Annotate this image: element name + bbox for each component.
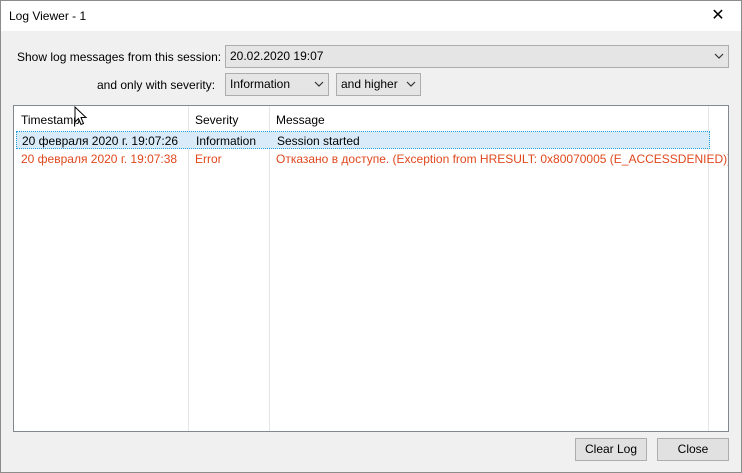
row-severity: Information: [196, 134, 257, 148]
severity-label: and only with severity:: [97, 78, 216, 92]
session-label: Show log messages from this session:: [17, 50, 222, 64]
table-row[interactable]: 20 февраля 2020 г. 19:07:26 Information …: [16, 131, 710, 149]
severity-select-value: Information: [230, 77, 291, 91]
chevron-down-icon: [714, 53, 724, 59]
severity-select[interactable]: Information: [225, 73, 329, 96]
column-header-timestamp[interactable]: Timestamp: [14, 106, 188, 131]
log-list[interactable]: Timestamp Severity Message 20 февраля 20…: [13, 105, 729, 432]
row-message: Session started: [277, 134, 360, 148]
session-select-value: 20.02.2020 19:07: [230, 49, 324, 63]
mouse-cursor-icon: [74, 106, 88, 126]
log-viewer-window: Log Viewer - 1 ✕ Show log messages from …: [0, 0, 742, 473]
row-timestamp: 20 февраля 2020 г. 19:07:38: [21, 152, 178, 166]
close-button[interactable]: Close: [657, 438, 729, 461]
session-select[interactable]: 20.02.2020 19:07: [225, 45, 729, 68]
column-header-message[interactable]: Message: [269, 106, 708, 131]
table-row[interactable]: 20 февраля 2020 г. 19:07:38 Error Отказа…: [16, 150, 728, 168]
column-header-severity[interactable]: Severity: [188, 106, 269, 131]
chevron-down-icon: [406, 81, 416, 87]
title-bar[interactable]: Log Viewer - 1 ✕: [1, 1, 741, 31]
severity-scope-value: and higher: [341, 77, 398, 91]
clear-log-button[interactable]: Clear Log: [575, 438, 647, 461]
row-message: Отказано в доступе. (Exception from HRES…: [276, 152, 729, 166]
close-icon[interactable]: ✕: [695, 1, 741, 31]
row-timestamp: 20 февраля 2020 г. 19:07:26: [22, 134, 179, 148]
window-title: Log Viewer - 1: [9, 9, 87, 23]
row-severity: Error: [195, 152, 222, 166]
severity-scope-select[interactable]: and higher: [336, 73, 421, 96]
chevron-down-icon: [314, 81, 324, 87]
